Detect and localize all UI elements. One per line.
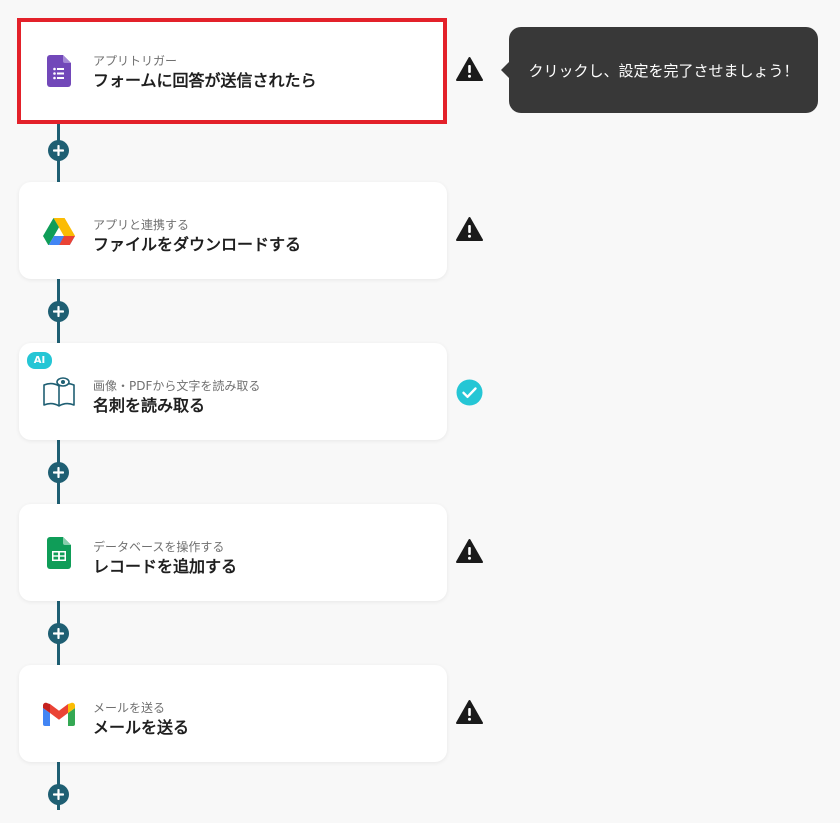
google-sheets-icon [41,535,77,571]
step-title: レコードを追加する [93,557,238,576]
step-title: 名刺を読み取る [93,396,206,415]
ai-badge: AI [27,352,52,369]
check-circle-icon [456,379,483,406]
plus-icon [53,306,64,317]
plus-icon [53,628,64,639]
ocr-book-icon [41,374,77,410]
step-title: ファイルをダウンロードする [93,235,302,254]
step-card-form-trigger[interactable]: アプリトリガー フォームに回答が送信されたら [17,18,447,124]
plus-icon [53,789,64,800]
google-drive-icon [41,213,77,249]
warning-icon [456,217,483,241]
tooltip-text: クリックし、設定を完了させましょう！ [528,61,799,80]
warning-icon [456,539,483,563]
step-card-download-file[interactable]: アプリと連携する ファイルをダウンロードする [19,182,447,279]
step-card-send-mail[interactable]: メールを送る メールを送る [19,665,447,762]
gmail-icon [41,696,77,732]
add-step-button[interactable] [48,784,69,805]
step-card-add-record[interactable]: データベースを操作する レコードを追加する [19,504,447,601]
add-step-button[interactable] [48,623,69,644]
plus-icon [53,467,64,478]
google-forms-icon [41,53,77,89]
tooltip-arrow [501,62,509,78]
step-title: メールを送る [93,718,190,737]
step-title: フォームに回答が送信されたら [93,71,317,90]
add-step-button[interactable] [48,301,69,322]
warning-icon [456,700,483,724]
add-step-button[interactable] [48,140,69,161]
plus-icon [53,145,64,156]
tooltip: クリックし、設定を完了させましょう！ [509,27,818,113]
add-step-button[interactable] [48,462,69,483]
warning-icon [456,57,483,81]
step-card-read-business-card[interactable]: 画像・PDFから文字を読み取る 名刺を読み取る [19,343,447,440]
